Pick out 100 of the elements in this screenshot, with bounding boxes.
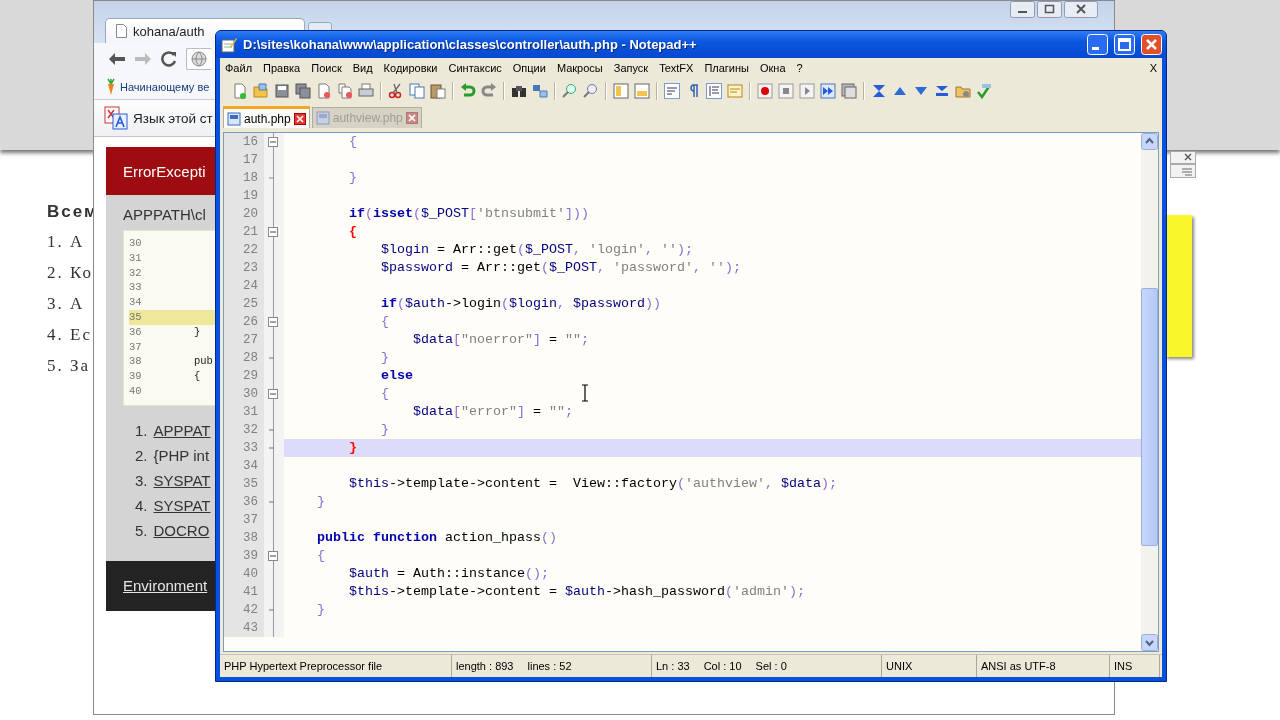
scroll-down-icon[interactable] xyxy=(1141,634,1158,651)
lines-icon[interactable] xyxy=(934,83,950,99)
zoom-out-icon[interactable] xyxy=(583,83,599,99)
line-number: 39 xyxy=(224,547,264,565)
redo-icon[interactable] xyxy=(481,83,497,99)
line-number: 37 xyxy=(224,511,264,529)
file-path: APPPATH\cl xyxy=(123,206,206,223)
line-number: 28 xyxy=(224,349,264,367)
carrot-icon xyxy=(106,78,116,96)
menu-item[interactable]: TextFX xyxy=(659,62,694,74)
menu-item[interactable]: ? xyxy=(796,62,803,74)
split-view-icon[interactable] xyxy=(634,83,650,99)
list-item: 5. За xyxy=(47,356,91,377)
menu-item[interactable]: Синтаксис xyxy=(448,62,502,74)
code-line: public function action_hpass() xyxy=(316,530,557,545)
print-icon[interactable] xyxy=(358,83,374,99)
code-line: { xyxy=(348,134,357,149)
scroll-up-icon[interactable] xyxy=(1141,133,1158,150)
close-icon[interactable] xyxy=(1064,1,1098,18)
translate-icon xyxy=(104,106,128,130)
file-icon xyxy=(227,111,241,126)
back-arrow-icon[interactable] xyxy=(108,51,126,67)
menu-item[interactable]: Макросы xyxy=(556,62,603,74)
split-view-icon[interactable] xyxy=(613,83,629,99)
fast-forward-icon[interactable] xyxy=(820,83,836,99)
menu-item[interactable]: Вид xyxy=(352,62,373,74)
line-number: 41 xyxy=(224,583,264,601)
record-icon[interactable] xyxy=(757,83,773,99)
line-number: 18 xyxy=(224,169,264,187)
close-document-button[interactable]: X xyxy=(1149,62,1157,74)
line-number: 33 xyxy=(224,439,264,457)
menu-item[interactable]: Запуск xyxy=(613,62,649,74)
tab-close-icon[interactable] xyxy=(405,112,418,124)
file-tab[interactable]: auth.php xyxy=(223,106,310,128)
code-line: else xyxy=(379,368,413,383)
binoculars-icon[interactable] xyxy=(511,83,527,99)
length-info: length : 893 xyxy=(456,660,514,672)
undo-icon[interactable] xyxy=(460,83,476,99)
environment-link[interactable]: Environment xyxy=(123,577,208,595)
text-cursor-icon xyxy=(581,384,589,402)
line-number: 31 xyxy=(224,403,264,421)
notepad-icon xyxy=(221,36,237,53)
copy-icon[interactable] xyxy=(409,83,425,99)
code-line: } xyxy=(316,494,325,509)
forward-arrow-icon[interactable] xyxy=(134,51,152,67)
trace-link[interactable]: APPPAT xyxy=(153,421,211,447)
line-number: 37 xyxy=(129,339,143,355)
scissors-icon[interactable] xyxy=(388,83,404,99)
menu-item[interactable]: Кодировки xyxy=(383,62,438,74)
reload-icon[interactable] xyxy=(160,51,178,67)
close-all-icon[interactable] xyxy=(337,83,353,99)
save-all-icon[interactable] xyxy=(295,83,311,99)
collapse-icon[interactable] xyxy=(268,551,278,561)
new-file-icon[interactable] xyxy=(232,83,248,99)
zoom-in-icon[interactable] xyxy=(562,83,578,99)
code-line: } xyxy=(379,350,389,365)
line-number: 32 xyxy=(129,265,143,281)
collapse-icon[interactable] xyxy=(268,317,278,327)
line-number: 35 xyxy=(129,310,143,325)
indent-guide-icon[interactable] xyxy=(706,83,722,99)
trace-link[interactable]: SYSPAT xyxy=(153,496,211,522)
minimize-icon[interactable] xyxy=(1010,1,1035,18)
menu-item[interactable]: Файл xyxy=(225,62,253,74)
collapse-icon[interactable] xyxy=(268,137,278,147)
line-number: 38 xyxy=(129,354,143,370)
line-number: 36 xyxy=(129,324,143,340)
play-icon[interactable] xyxy=(799,83,815,99)
word-wrap-icon[interactable] xyxy=(664,83,680,99)
address-field[interactable] xyxy=(186,48,212,70)
trace-link[interactable]: DOCRO xyxy=(153,521,210,547)
spellcheck-icon[interactable] xyxy=(976,83,992,99)
menu-item[interactable]: Окна xyxy=(760,62,786,74)
menu-item[interactable]: Плагины xyxy=(704,62,749,74)
line-number: 32 xyxy=(224,421,264,439)
save-icon[interactable] xyxy=(274,83,290,99)
paste-icon[interactable] xyxy=(430,83,446,99)
bookmark-link[interactable]: Начинающему ве xyxy=(120,81,210,93)
open-folder-icon[interactable] xyxy=(253,83,269,99)
line-number: 40 xyxy=(129,383,143,399)
line-number: 40 xyxy=(224,565,264,583)
collapse-icon[interactable] xyxy=(268,389,278,399)
tab-close-icon[interactable] xyxy=(293,112,306,125)
line-number: 34 xyxy=(224,457,264,475)
close-file-icon[interactable] xyxy=(316,83,332,99)
code-line: $data["error"] = ""; xyxy=(411,404,573,419)
menu-item[interactable]: Правка xyxy=(263,62,301,74)
column-position: Col : 10 xyxy=(703,660,742,672)
code-line: } xyxy=(348,170,357,185)
menu-item[interactable]: Опции xyxy=(512,62,546,74)
stop-icon[interactable] xyxy=(778,83,794,99)
scrollbar-thumb[interactable] xyxy=(1141,288,1158,546)
line-position: Ln : 33 xyxy=(656,660,690,672)
maximize-icon[interactable] xyxy=(1037,1,1062,18)
save-macro-icon[interactable] xyxy=(841,83,857,99)
replace-icon[interactable] xyxy=(532,83,548,99)
trace-link[interactable]: SYSPAT xyxy=(153,471,211,497)
collapse-icon[interactable] xyxy=(268,227,278,237)
code-line: { xyxy=(348,224,357,239)
folder-icon[interactable] xyxy=(955,83,971,99)
menu-item[interactable]: Поиск xyxy=(311,62,342,74)
